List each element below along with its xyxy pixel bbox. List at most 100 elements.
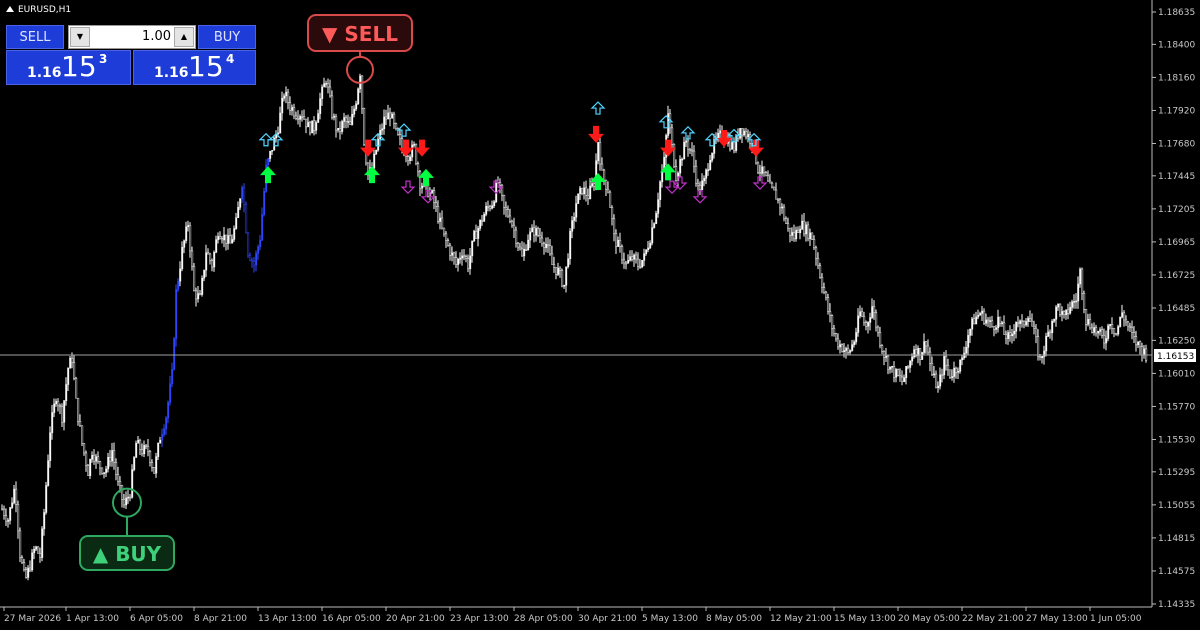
sell-quote[interactable]: 1.16 15 3 — [6, 50, 131, 85]
candle-body — [317, 113, 320, 123]
candle-body — [983, 310, 986, 324]
candle-body — [649, 242, 652, 249]
price-tick-label: 1.15530 — [1158, 435, 1195, 445]
candle-body — [807, 224, 810, 239]
candle-body — [553, 264, 556, 268]
candle-body — [855, 332, 858, 343]
candle-body — [973, 318, 976, 325]
candle-body — [347, 121, 350, 123]
candle-body — [239, 198, 242, 208]
candle-body — [591, 183, 594, 187]
candle-body — [819, 265, 822, 278]
lot-size-input[interactable] — [91, 27, 175, 46]
candle-body — [135, 443, 138, 458]
candle-body — [823, 287, 826, 293]
candle-body — [473, 230, 476, 242]
candle-body — [281, 97, 284, 114]
candle-body — [1091, 327, 1094, 333]
candle-body — [1097, 331, 1100, 334]
candle-body — [947, 364, 950, 371]
candle-body — [233, 228, 236, 240]
candle-body — [383, 116, 386, 130]
candle-body — [1061, 311, 1064, 315]
candle-body — [395, 123, 398, 129]
candle-body — [637, 258, 640, 267]
candle-body — [439, 217, 442, 222]
candle-body — [609, 191, 612, 208]
candle-body — [455, 257, 458, 265]
candle-body — [211, 260, 214, 268]
lot-increase-button[interactable]: ▲ — [174, 27, 194, 47]
sell-button[interactable]: SELL — [6, 25, 64, 49]
candle-body — [813, 239, 816, 249]
price-tick-label: 1.15770 — [1158, 402, 1195, 412]
candle-body — [853, 341, 856, 345]
candle-body — [1139, 341, 1142, 348]
candle-body — [5, 515, 8, 522]
price-tick-label: 1.17205 — [1158, 205, 1195, 215]
candle-body — [89, 459, 92, 476]
candle-body — [87, 465, 90, 476]
candle-body — [679, 159, 682, 174]
candle-body — [625, 262, 628, 265]
candle-body — [831, 315, 834, 329]
candle-body — [767, 175, 770, 182]
candle-body — [81, 425, 84, 444]
candle-body — [861, 311, 864, 317]
candle-body — [471, 240, 474, 257]
candle-body — [997, 316, 1000, 329]
candle-body — [1073, 301, 1076, 303]
candle-body — [969, 328, 972, 336]
candle-body — [871, 306, 874, 318]
candle-body — [199, 293, 202, 295]
candle-body — [773, 186, 776, 191]
candle-body — [1017, 322, 1020, 324]
candle-body — [539, 235, 542, 239]
candle-body — [533, 227, 536, 236]
candle-body — [313, 120, 316, 131]
candle-body — [53, 403, 56, 413]
candle-body — [1051, 321, 1054, 334]
candle-body — [1105, 338, 1108, 344]
candle-body — [145, 445, 148, 447]
candle-body — [357, 88, 360, 105]
candle-body — [1011, 333, 1014, 337]
buy-button[interactable]: BUY — [198, 25, 256, 49]
candle-body — [911, 356, 914, 362]
candle-body — [113, 450, 116, 463]
price-chart[interactable]: 1.18635 1.18400 1.18160 1.17920 1.17680 1.174… — [0, 0, 1200, 630]
candle-body — [891, 366, 894, 368]
candle-body — [1089, 319, 1092, 329]
candle-body — [11, 502, 14, 508]
candle-body — [255, 253, 258, 266]
candle-body — [329, 86, 332, 97]
candle-body — [219, 236, 222, 239]
candle-body — [45, 485, 48, 513]
candle-body — [1065, 309, 1068, 315]
lot-decrease-button[interactable]: ▼ — [70, 27, 90, 47]
candle-body — [821, 276, 824, 289]
candle-body — [1121, 312, 1124, 318]
candle-body — [815, 247, 818, 259]
candle-body — [611, 207, 614, 220]
candle-body — [561, 270, 564, 287]
candle-body — [435, 202, 438, 207]
candle-body — [263, 191, 266, 215]
candle-body — [311, 120, 314, 134]
candle-body — [797, 229, 800, 233]
candle-body — [953, 367, 956, 377]
candle-body — [193, 265, 196, 292]
time-tick-label: 30 Apr 21:00 — [578, 614, 637, 624]
candle-body — [153, 467, 156, 474]
candle-body — [1023, 320, 1026, 326]
candle-body — [105, 468, 108, 473]
buy-quote[interactable]: 1.16 15 4 — [133, 50, 256, 85]
price-tick-label: 1.14815 — [1158, 534, 1195, 544]
candle-body — [739, 128, 742, 139]
candle-body — [109, 457, 112, 462]
candle-body — [619, 240, 622, 247]
time-tick-label: 20 Apr 21:00 — [386, 614, 445, 624]
candle-body — [299, 116, 302, 120]
candle-body — [323, 83, 326, 88]
candle-body — [13, 488, 16, 504]
